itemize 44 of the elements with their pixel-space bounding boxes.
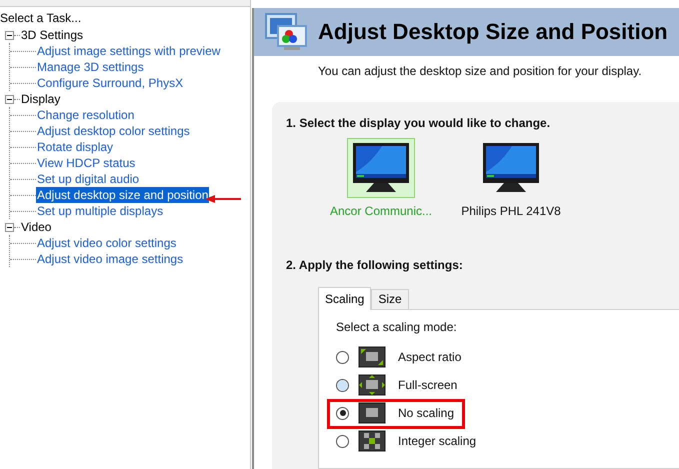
tree-item[interactable]: Adjust image settings with preview	[36, 43, 222, 59]
option-label[interactable]: Integer scaling	[398, 434, 476, 448]
radio-button[interactable]	[336, 406, 349, 420]
display-name: Ancor Communic...	[330, 204, 432, 218]
section-heading: 1. Select the display you would like to change.	[286, 116, 552, 130]
tab[interactable]: Size	[371, 289, 409, 309]
scaling-prompt: Select a scaling mode:	[336, 320, 458, 334]
tree-item[interactable]: Adjust video color settings	[36, 235, 178, 251]
tree-item[interactable]: Adjust video image settings	[36, 251, 184, 267]
radio-button[interactable]	[336, 350, 349, 364]
tree-item[interactable]: Set up multiple displays	[36, 203, 164, 219]
option-label[interactable]: Full-screen	[398, 378, 458, 392]
tree-item[interactable]: Adjust desktop size and position	[36, 187, 210, 203]
tree-item[interactable]: Manage 3D settings	[36, 59, 145, 75]
radio-button[interactable]	[336, 378, 349, 392]
collapse-toggle[interactable]	[5, 94, 14, 104]
tree-item[interactable]: View HDCP status	[36, 155, 136, 171]
no-scaling-icon	[358, 402, 386, 424]
collapse-toggle[interactable]	[5, 222, 14, 232]
collapse-toggle[interactable]	[5, 30, 14, 40]
tab[interactable]: Scaling	[318, 287, 372, 310]
tree-category[interactable]: 3D Settings	[20, 28, 84, 42]
monitor-icon	[352, 142, 410, 194]
tree-item[interactable]: Set up digital audio	[36, 171, 140, 187]
page-title: Adjust Desktop Size and Position	[318, 19, 668, 45]
monitor-icon	[482, 142, 540, 194]
tree-item[interactable]: Change resolution	[36, 107, 136, 123]
section-heading: 2. Apply the following settings:	[286, 258, 464, 272]
tree-item[interactable]: Adjust desktop color settings	[36, 123, 191, 139]
full-screen-icon	[358, 374, 386, 396]
tree-item[interactable]: Configure Surround, PhysX	[36, 75, 184, 91]
tree-category[interactable]: Video	[20, 220, 52, 234]
tree-item[interactable]: Rotate display	[36, 139, 114, 155]
page-description: You can adjust the desktop size and position for your display.	[317, 63, 643, 80]
panel-title: Select a Task...	[0, 10, 82, 27]
monitors-icon	[264, 12, 310, 52]
aspect-ratio-icon	[358, 346, 386, 368]
option-label[interactable]: No scaling	[398, 406, 454, 420]
integer-scaling-icon	[358, 430, 386, 452]
display-option[interactable]	[347, 138, 415, 198]
radio-button[interactable]	[336, 434, 349, 448]
tree-category[interactable]: Display	[20, 92, 62, 106]
option-label[interactable]: Aspect ratio	[398, 350, 462, 364]
display-name: Philips PHL 241V8	[461, 204, 561, 218]
